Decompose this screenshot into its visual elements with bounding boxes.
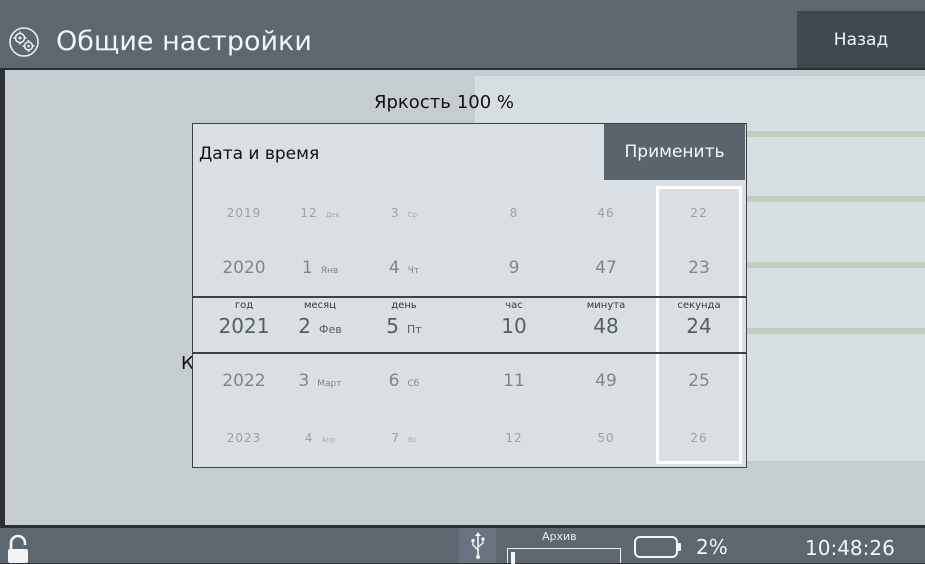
picker-value[interactable]: 1 Янв (275, 258, 365, 298)
picker-value[interactable]: 8 (469, 202, 559, 242)
picker-value-number: 26 (690, 431, 708, 445)
picker-value[interactable]: 26 (654, 427, 744, 467)
picker-value-number: 22 (690, 206, 708, 220)
picker-value[interactable]: 4 Чт (359, 258, 449, 298)
archive-progress-fill (511, 552, 515, 564)
picker-value-name: Пт (407, 323, 422, 336)
gears-icon (9, 27, 39, 57)
picker-value-number: 9 (508, 258, 520, 278)
picker-value-name: Дек (325, 211, 340, 219)
page-title: Общие настройки (56, 26, 312, 57)
picker-value-number: 24 (686, 314, 712, 338)
battery-percent: 2% (696, 535, 728, 559)
picker-value-number: 2 (298, 314, 311, 338)
picker-value-number: 4 (388, 258, 400, 278)
picker-selected-value[interactable]: 2 Фев (275, 314, 365, 354)
picker-value[interactable]: 23 (654, 258, 744, 298)
picker-selected-value[interactable]: 5 Пт (359, 314, 449, 354)
picker-value-number: 3 (298, 371, 310, 391)
picker-value[interactable]: 4 Апр (275, 427, 365, 467)
archive-progress-bar (507, 548, 621, 564)
picker-value-number: 6 (388, 371, 400, 391)
picker-value-number: 7 (391, 431, 400, 445)
picker-value-number: 4 (304, 431, 314, 445)
picker-column[interactable]: месяц 12 Дек 1 Янв 2 Фев 3 Март 4 Апр (275, 124, 365, 467)
picker-value-name: Апр (321, 436, 336, 444)
picker-value-name: Янв (320, 266, 339, 276)
picker-value-number: 2020 (222, 258, 266, 278)
picker-value-number: 2019 (226, 206, 262, 220)
picker-value-number: 2022 (222, 371, 266, 391)
picker-value[interactable]: 22 (654, 202, 744, 242)
picker-value-number: 10 (501, 314, 527, 338)
picker-value[interactable]: 9 (469, 258, 559, 298)
picker-column-label: минута (586, 300, 626, 311)
picker-selected-value[interactable]: 24 (654, 314, 744, 354)
picker-value-name: Сб (407, 379, 420, 389)
picker-value[interactable]: 6 Сб (359, 371, 449, 411)
picker-selected-value[interactable]: 48 (561, 314, 651, 354)
picker-value-number: 12 (505, 431, 523, 445)
picker-value-number: 2023 (226, 431, 262, 445)
brightness-setting[interactable]: Яркость 100 % (374, 92, 514, 113)
picker-value[interactable]: 50 (561, 427, 651, 467)
picker-value-number: 12 (300, 206, 318, 220)
datetime-dialog: Дата и время Применить год 2019 2020 2021 20… (192, 123, 747, 468)
picker-column-label: месяц (303, 300, 337, 311)
picker-value[interactable]: 49 (561, 371, 651, 411)
picker-value-number: 23 (688, 258, 710, 278)
picker-column[interactable]: день 3 Ср 4 Чт 5 Пт 6 Сб 7 Вс (359, 124, 449, 467)
battery-icon (634, 536, 681, 558)
picker-value-name: Вс (407, 436, 417, 444)
brightness-value: 100 % (456, 92, 514, 113)
picker-value[interactable]: 3 Март (275, 371, 365, 411)
picker-selected-value[interactable]: 10 (469, 314, 559, 354)
picker-value-name: Ср (407, 211, 417, 219)
picker-value-number: 50 (597, 431, 615, 445)
lock-open-icon (8, 534, 28, 563)
archive-label: Архив (542, 530, 577, 543)
picker-column-label: секунда (677, 300, 721, 311)
usb-icon (471, 531, 485, 559)
picker-value[interactable]: 3 Ср (359, 202, 449, 242)
back-button[interactable]: Назад (797, 11, 925, 68)
picker-value-number: 49 (595, 371, 617, 391)
lock-button[interactable] (0, 528, 36, 563)
brightness-label: Яркость (374, 92, 451, 113)
status-bar: Архив 2% 10:48:26 (0, 528, 925, 564)
picker-column[interactable]: час 8 9 10 11 12 (469, 124, 559, 467)
picker-value-number: 3 (391, 206, 400, 220)
picker-value[interactable]: 46 (561, 202, 651, 242)
picker-column-label: день (391, 300, 417, 311)
picker-column[interactable]: секунда 22 23 24 25 26 (654, 124, 744, 467)
picker-value-number: 8 (509, 206, 519, 220)
picker-value[interactable]: 11 (469, 371, 559, 411)
picker-value[interactable]: 7 Вс (359, 427, 449, 467)
picker-column[interactable]: минута 46 47 48 49 50 (561, 124, 651, 467)
picker-value-number: 2021 (218, 314, 270, 338)
picker-value-number: 25 (688, 371, 710, 391)
picker-value-name: Чт (407, 266, 420, 276)
picker-value[interactable]: 12 Дек (275, 202, 365, 242)
usb-indicator (459, 528, 496, 563)
title-bar: Общие настройки Назад (0, 0, 925, 68)
picker-value-number: 1 (301, 258, 313, 278)
picker-value-name: Март (317, 379, 342, 389)
picker-value-number: 47 (595, 258, 617, 278)
picker-value-number: 5 (386, 314, 400, 338)
picker-value-number: 48 (593, 314, 619, 338)
picker-value-number: 46 (597, 206, 615, 220)
picker-value[interactable]: 12 (469, 427, 559, 467)
picker-value[interactable]: 25 (654, 371, 744, 411)
clock: 10:48:26 (805, 536, 895, 560)
picker-column-label: час (505, 300, 523, 311)
picker-value[interactable]: 47 (561, 258, 651, 298)
picker-value-name: Фев (319, 323, 342, 336)
picker-value-number: 11 (503, 371, 525, 391)
